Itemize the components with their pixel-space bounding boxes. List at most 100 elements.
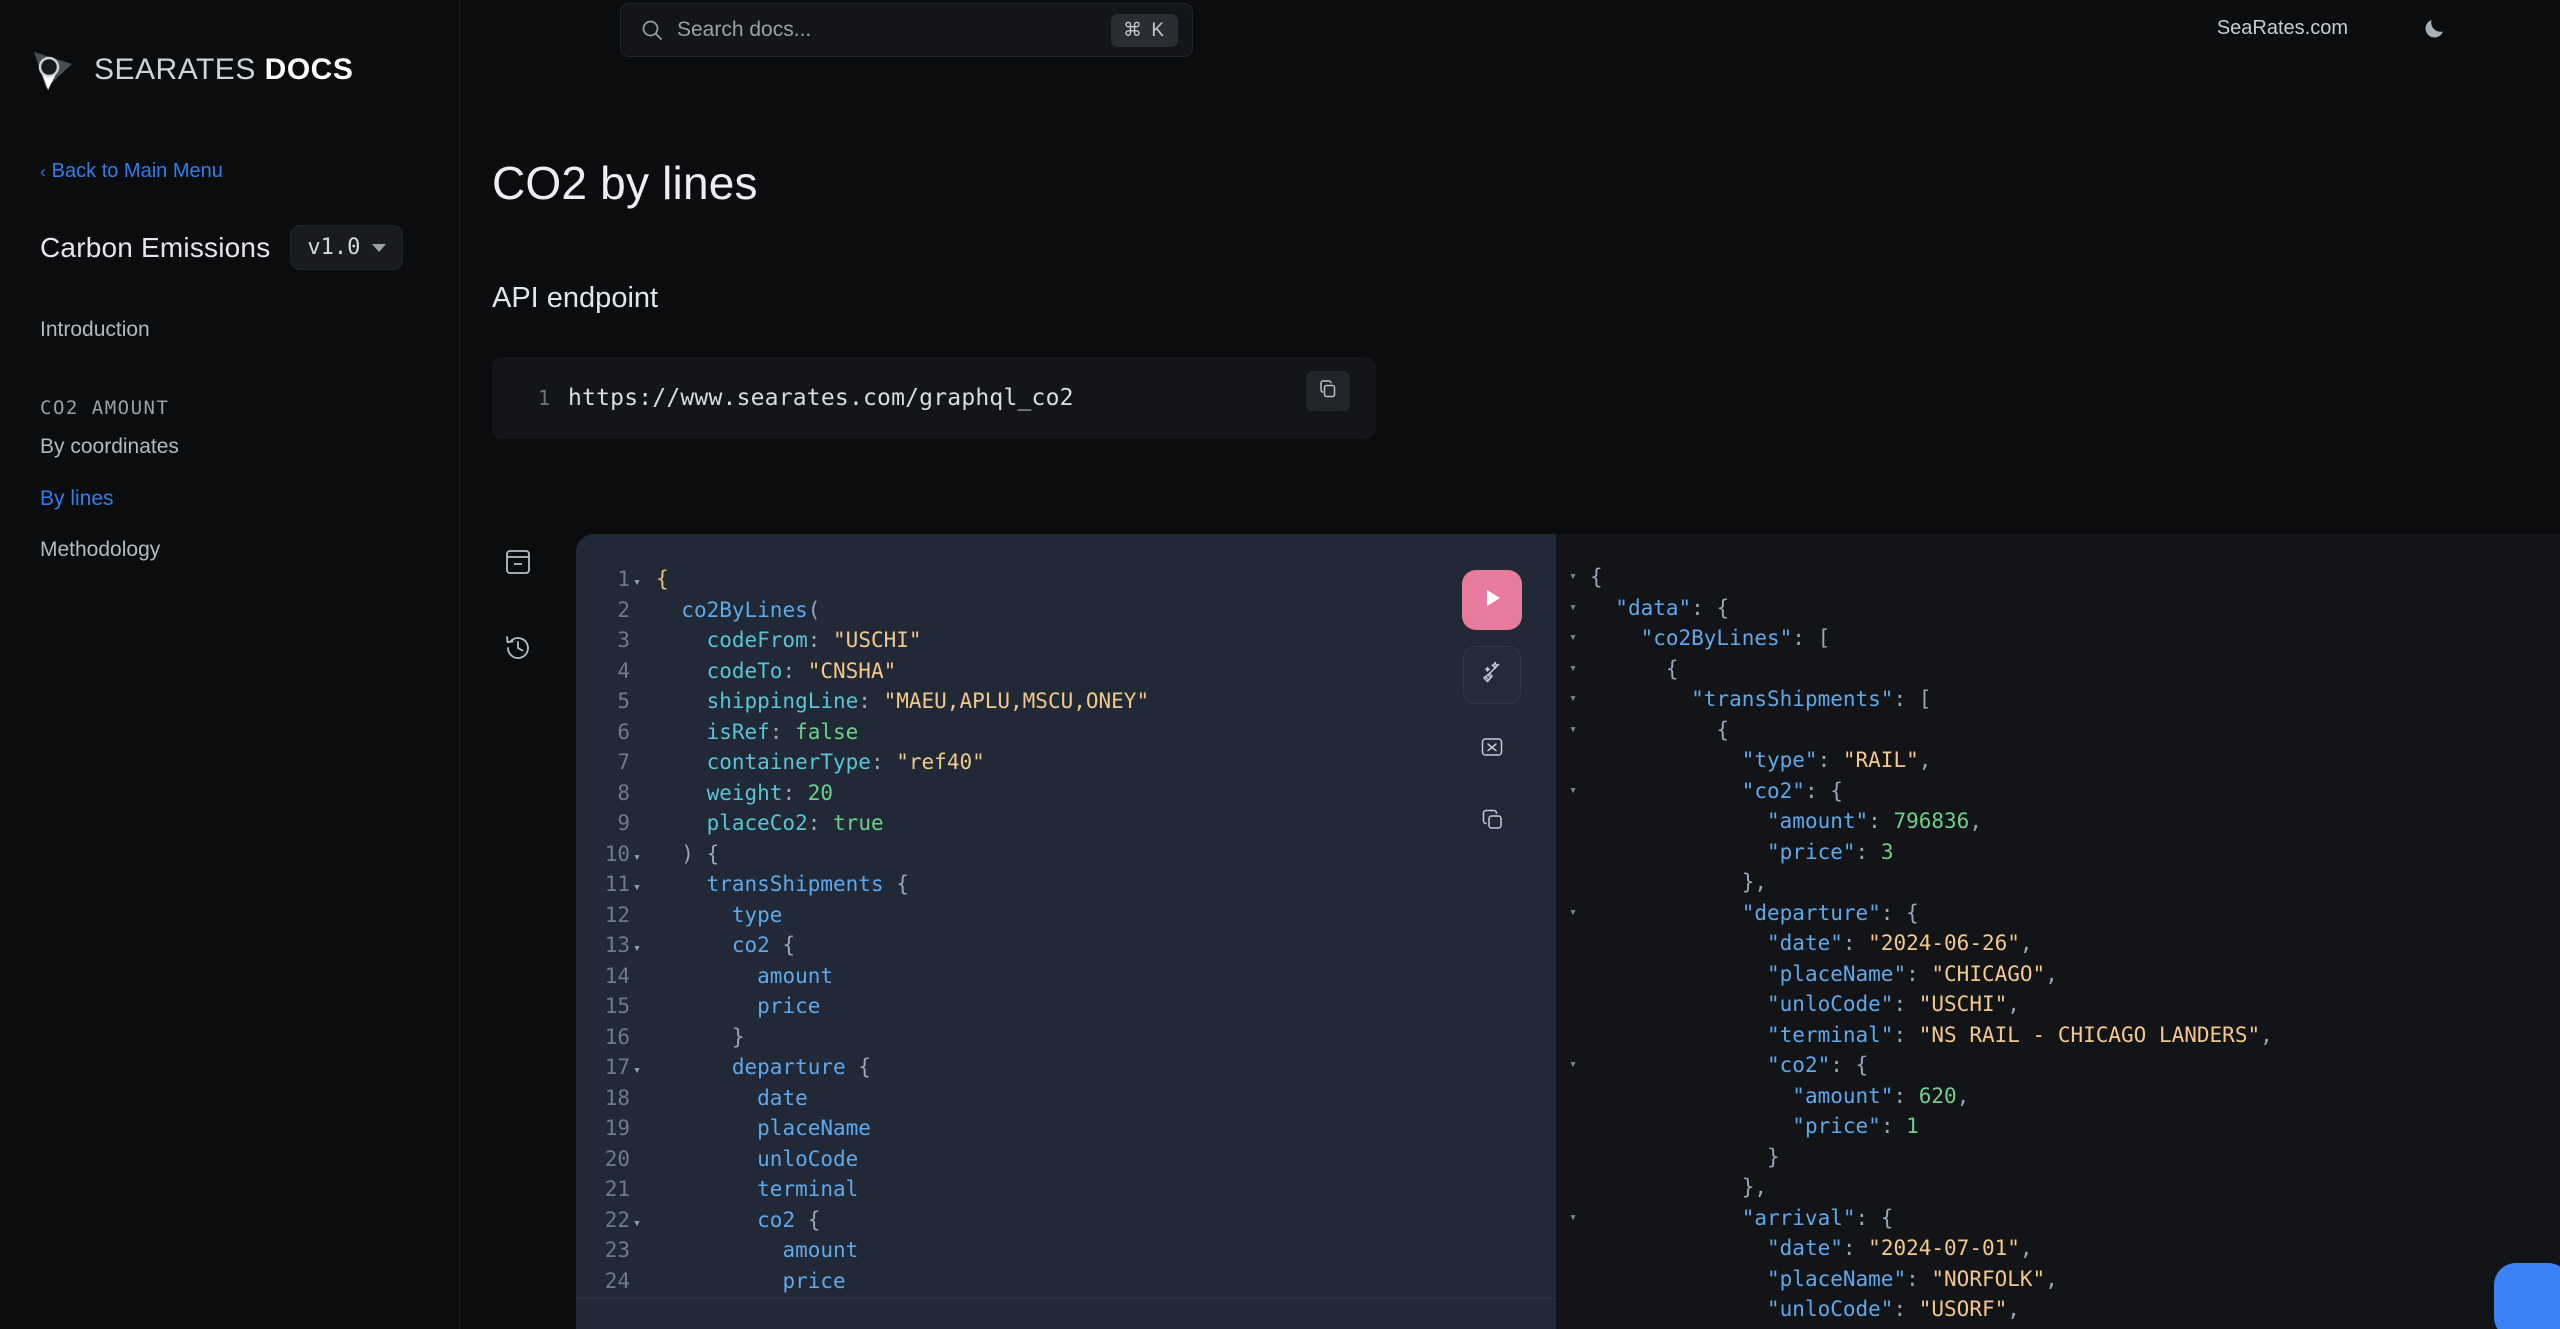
response-text: }, bbox=[1590, 1175, 1768, 1199]
response-text: "co2": { bbox=[1741, 778, 1843, 803]
app-root: SEARATES DOCS ‹ Back to Main Menu Carbon … bbox=[0, 0, 2560, 1329]
response-text: "amount": 796836, bbox=[1767, 809, 1982, 833]
response-text: "terminal": "NS RAIL - CHICAGO LANDERS", bbox=[1767, 1022, 2273, 1047]
query-code-line: 5▾ shippingLine: "MAEU,APLU,MSCU,ONEY" bbox=[576, 686, 1556, 717]
response-code-line: ▾ "terminal": "NIT - NORFOLK INTERNATION… bbox=[1556, 1325, 2560, 1329]
editor-variables-divider bbox=[576, 1298, 1556, 1299]
copy-endpoint-button[interactable] bbox=[1306, 371, 1350, 411]
line-number: 22 ▾ bbox=[576, 1205, 648, 1240]
sidebar-item-methodology[interactable]: Methodology bbox=[0, 524, 459, 575]
code-text: co2ByLines( bbox=[681, 597, 821, 622]
search-shortcut-badge: ⌘ K bbox=[1111, 13, 1178, 47]
search-box[interactable]: ⌘ K bbox=[620, 3, 1193, 57]
api-endpoint-code-block: 1 https://www.searates.com/graphql_co2 bbox=[492, 357, 1376, 439]
search-input[interactable] bbox=[677, 18, 1112, 42]
query-code-line: 24▾ price bbox=[576, 1266, 1556, 1297]
docs-book-icon[interactable] bbox=[498, 542, 538, 582]
response-text: "transShipments": [ bbox=[1691, 687, 1932, 711]
moon-icon[interactable] bbox=[2418, 11, 2452, 45]
copy-icon bbox=[1318, 379, 1338, 404]
execute-query-button[interactable] bbox=[1462, 570, 1522, 630]
graphiql-playground: 1▾{2▾ co2ByLines(3▾ codeFrom: "USCHI"4▾ … bbox=[460, 520, 2560, 1329]
version-label: v1.0 bbox=[307, 235, 361, 260]
code-text: isRef: false bbox=[706, 719, 859, 744]
code-text: departure { bbox=[731, 1055, 871, 1079]
fold-caret-icon[interactable]: ▾ bbox=[1556, 898, 1590, 929]
line-number: 20▾ bbox=[604, 1146, 630, 1171]
line-number: 9▾ bbox=[617, 811, 630, 835]
fold-caret-icon[interactable]: ▾ bbox=[1556, 1203, 1590, 1234]
query-code-line: 7▾ containerType: "ref40" bbox=[576, 747, 1556, 778]
line-number: 14▾ bbox=[604, 963, 630, 988]
response-code-line: ▾ "departure": { bbox=[1556, 898, 2560, 929]
response-text: "departure": { bbox=[1741, 900, 1919, 925]
query-code-line: 11 ▾ transShipments { bbox=[576, 869, 1556, 900]
graphiql-session: 1▾{2▾ co2ByLines(3▾ codeFrom: "USCHI"4▾ … bbox=[576, 520, 2560, 1329]
fold-caret-icon[interactable]: ▾ bbox=[1556, 562, 1590, 593]
response-text: "unloCode": "USCHI", bbox=[1767, 992, 2020, 1016]
query-code-line: 12▾ type bbox=[576, 900, 1556, 931]
fold-caret-icon[interactable]: ▾ bbox=[1556, 684, 1590, 715]
fold-caret-icon[interactable]: ▾ bbox=[1556, 593, 1590, 624]
response-text: "price": 1 bbox=[1792, 1114, 1919, 1138]
response-text: { bbox=[1590, 656, 1679, 681]
sidebar-item-by-coordinates[interactable]: By coordinates bbox=[0, 421, 459, 472]
code-text: } bbox=[656, 1024, 745, 1049]
merge-fragments-button[interactable] bbox=[1463, 720, 1521, 778]
prettify-broom-icon bbox=[1478, 659, 1506, 692]
response-code-line: ▾ "arrival": { bbox=[1556, 1203, 2560, 1234]
response-code-line: ▾ { bbox=[1556, 715, 2560, 746]
line-number: 13 ▾ bbox=[576, 930, 648, 965]
code-text: price bbox=[782, 1268, 846, 1293]
response-code-line: ▾ "date": "2024-07-01", bbox=[1556, 1233, 2560, 1264]
sidebar-item-introduction[interactable]: Introduction bbox=[0, 304, 459, 355]
query-code-line: 9▾ placeCo2: true bbox=[576, 808, 1556, 839]
back-link-label: Back to Main Menu bbox=[51, 160, 223, 182]
query-code-line: 20▾ unloCode bbox=[576, 1144, 1556, 1175]
response-text: } bbox=[1590, 1144, 1780, 1169]
sidebar-nav: Introduction CO2 AMOUNT By coordinates B… bbox=[0, 304, 459, 575]
code-text: type bbox=[731, 902, 783, 927]
code-text: containerType: "ref40" bbox=[706, 750, 985, 774]
version-selector[interactable]: v1.0 bbox=[290, 225, 404, 270]
query-editor-code[interactable]: 1▾{2▾ co2ByLines(3▾ codeFrom: "USCHI"4▾ … bbox=[576, 534, 1556, 1296]
response-pane[interactable]: ▾{▾ "data": {▾ "co2ByLines": [▾ {▾ "tran… bbox=[1556, 534, 2560, 1329]
fold-caret-icon[interactable]: ▾ bbox=[1556, 1050, 1590, 1081]
response-code-line: ▾ "unloCode": "USORF", bbox=[1556, 1294, 2560, 1325]
response-text: { bbox=[1590, 717, 1730, 742]
brand-logo[interactable]: SEARATES DOCS bbox=[0, 0, 459, 92]
line-number: 10 ▾ bbox=[576, 839, 648, 874]
code-text: codeTo: "CNSHA" bbox=[706, 658, 897, 683]
query-editor-toolbar bbox=[1462, 570, 1522, 852]
top-bar: ⌘ K SeaRates.com bbox=[460, 0, 2560, 57]
history-clock-icon[interactable] bbox=[498, 628, 538, 668]
response-text: "data": { bbox=[1615, 595, 1730, 620]
fold-caret-icon[interactable]: ▾ bbox=[1556, 623, 1590, 654]
response-code-line: ▾ "date": "2024-06-26", bbox=[1556, 928, 2560, 959]
back-to-main-menu-link[interactable]: ‹ Back to Main Menu bbox=[40, 160, 459, 183]
line-number: 8▾ bbox=[617, 780, 630, 805]
api-endpoint-url: https://www.searates.com/graphql_co2 bbox=[568, 385, 1074, 411]
copy-query-button[interactable] bbox=[1463, 794, 1521, 852]
prettify-query-button[interactable] bbox=[1463, 646, 1521, 704]
searates-logo-icon bbox=[30, 48, 76, 92]
sidebar-item-by-lines[interactable]: By lines bbox=[0, 473, 459, 524]
code-text: weight: 20 bbox=[706, 780, 834, 805]
response-code-line: ▾ "transShipments": [ bbox=[1556, 684, 2560, 715]
line-number: 11 ▾ bbox=[576, 869, 648, 904]
code-text: placeCo2: true bbox=[706, 811, 884, 835]
copy-icon bbox=[1478, 807, 1506, 840]
searates-site-link[interactable]: SeaRates.com bbox=[2217, 17, 2348, 40]
response-text: "arrival": { bbox=[1741, 1205, 1894, 1230]
line-number: 12▾ bbox=[604, 902, 630, 927]
line-number: 6▾ bbox=[617, 719, 630, 744]
line-number: 17 ▾ bbox=[576, 1052, 648, 1087]
fold-caret-icon[interactable]: ▾ bbox=[1556, 776, 1590, 807]
line-number: 19▾ bbox=[604, 1116, 630, 1140]
chat-support-button[interactable] bbox=[2494, 1263, 2560, 1329]
fold-caret-icon[interactable]: ▾ bbox=[1556, 654, 1590, 685]
fold-caret-icon[interactable]: ▾ bbox=[1556, 715, 1590, 746]
query-editor-pane[interactable]: 1▾{2▾ co2ByLines(3▾ codeFrom: "USCHI"4▾ … bbox=[576, 534, 1556, 1329]
response-text: "placeName": "CHICAGO", bbox=[1767, 961, 2058, 986]
